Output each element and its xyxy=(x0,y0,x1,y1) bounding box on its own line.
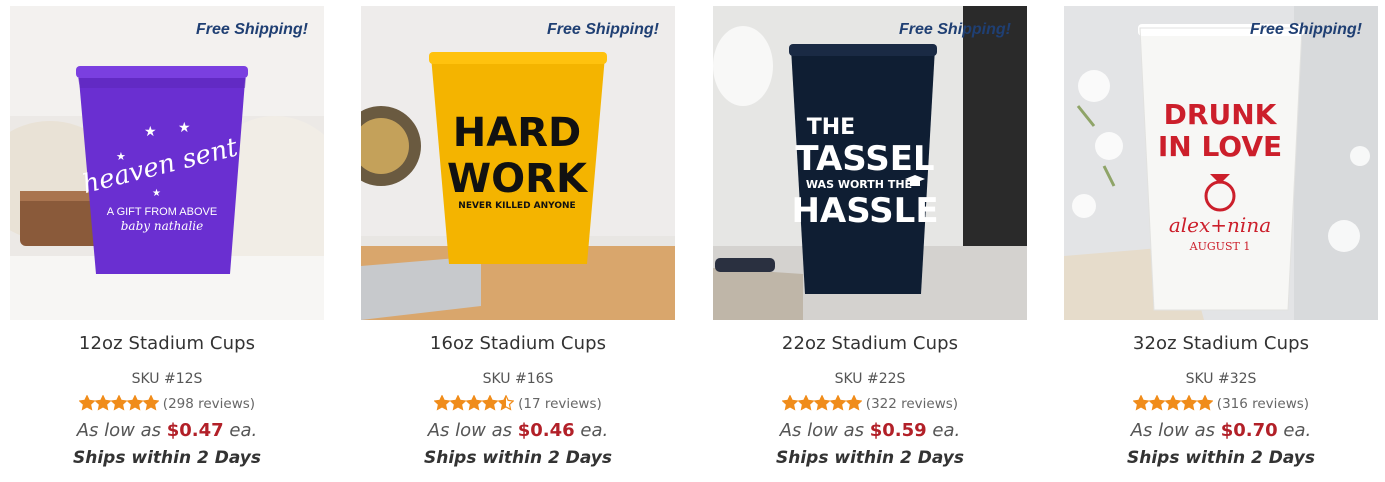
star-icon xyxy=(1148,395,1165,411)
star-rating xyxy=(78,395,159,414)
product-image[interactable]: DRUNK IN LOVE alex+nina AUGUST 1 Free Sh… xyxy=(1064,6,1378,320)
price-amount: $0.46 xyxy=(517,420,575,441)
svg-text:A GIFT FROM ABOVE: A GIFT FROM ABOVE xyxy=(107,206,217,218)
price-suffix: ea. xyxy=(229,420,258,441)
shipping-time: Ships within 2 Days xyxy=(776,448,964,468)
price-suffix: ea. xyxy=(932,420,961,441)
product-grid: heaven sent A GIFT FROM ABOVE baby natha… xyxy=(0,0,1385,482)
reviews-count[interactable]: (322 reviews) xyxy=(866,396,958,412)
star-icon xyxy=(1164,395,1181,411)
reviews-count[interactable]: (316 reviews) xyxy=(1217,396,1309,412)
svg-text:THE: THE xyxy=(807,115,855,140)
shipping-time: Ships within 2 Days xyxy=(73,448,261,468)
product-price: As low as $0.59 ea. xyxy=(713,420,1027,441)
product-sku: SKU #32S xyxy=(1185,371,1257,387)
product-title[interactable]: 12oz Stadium Cups xyxy=(10,333,324,354)
product-sku: SKU #22S xyxy=(834,371,906,387)
star-rating xyxy=(781,395,862,414)
free-shipping-badge: Free Shipping! xyxy=(547,21,659,38)
product-image[interactable]: heaven sent A GIFT FROM ABOVE baby natha… xyxy=(10,6,324,320)
svg-text:WORK: WORK xyxy=(447,156,589,202)
svg-text:WAS WORTH THE: WAS WORTH THE xyxy=(806,178,912,191)
product-image[interactable]: THE TASSEL WAS WORTH THE HASSLE Free Shi… xyxy=(713,6,1027,320)
svg-text:AUGUST 1: AUGUST 1 xyxy=(1189,240,1251,253)
shipping-time: Ships within 2 Days xyxy=(424,448,612,468)
price-prefix: As low as xyxy=(779,420,865,441)
price-amount: $0.70 xyxy=(1220,420,1278,441)
product-sku: SKU #16S xyxy=(482,371,554,387)
reviews-count[interactable]: (17 reviews) xyxy=(518,396,602,412)
price-prefix: As low as xyxy=(427,420,513,441)
product-rating[interactable]: (322 reviews) xyxy=(713,395,1027,414)
product-sku: SKU #12S xyxy=(131,371,203,387)
cup-photo-12oz: heaven sent A GIFT FROM ABOVE baby natha… xyxy=(10,6,324,320)
svg-text:HASSLE: HASSLE xyxy=(791,191,938,231)
product-rating[interactable]: (316 reviews) xyxy=(1064,395,1378,414)
price-amount: $0.59 xyxy=(869,420,927,441)
star-icon xyxy=(845,395,862,411)
star-rating xyxy=(1132,395,1213,414)
svg-text:NEVER KILLED ANYONE: NEVER KILLED ANYONE xyxy=(458,201,575,211)
product-card[interactable]: DRUNK IN LOVE alex+nina AUGUST 1 Free Sh… xyxy=(1064,6,1378,482)
product-image[interactable]: HARD WORK NEVER KILLED ANYONE Free Shipp… xyxy=(361,6,675,320)
svg-text:TASSEL: TASSEL xyxy=(795,139,934,179)
svg-text:baby nathalie: baby nathalie xyxy=(121,219,203,233)
reviews-count[interactable]: (298 reviews) xyxy=(163,396,255,412)
svg-text:HARD: HARD xyxy=(453,110,581,156)
svg-text:IN LOVE: IN LOVE xyxy=(1158,130,1282,163)
product-rating[interactable]: (17 reviews) xyxy=(361,395,675,414)
half-star-icon xyxy=(498,395,515,411)
star-icon xyxy=(1180,395,1197,411)
svg-text:★: ★ xyxy=(178,119,191,135)
free-shipping-badge: Free Shipping! xyxy=(899,21,1011,38)
star-icon xyxy=(813,395,830,411)
price-amount: $0.47 xyxy=(166,420,224,441)
svg-text:★: ★ xyxy=(144,123,157,139)
star-icon xyxy=(78,395,95,411)
svg-text:DRUNK: DRUNK xyxy=(1164,98,1278,131)
star-icon xyxy=(434,395,451,411)
product-card[interactable]: THE TASSEL WAS WORTH THE HASSLE Free Shi… xyxy=(713,6,1027,482)
product-card[interactable]: heaven sent A GIFT FROM ABOVE baby natha… xyxy=(10,6,324,482)
price-prefix: As low as xyxy=(1130,420,1216,441)
star-icon xyxy=(482,395,499,411)
cup-photo-32oz: DRUNK IN LOVE alex+nina AUGUST 1 xyxy=(1064,6,1378,320)
free-shipping-badge: Free Shipping! xyxy=(196,21,308,38)
star-icon xyxy=(829,395,846,411)
shipping-time: Ships within 2 Days xyxy=(1127,448,1315,468)
star-icon xyxy=(110,395,127,411)
star-icon xyxy=(94,395,111,411)
free-shipping-badge: Free Shipping! xyxy=(1250,21,1362,38)
product-title[interactable]: 16oz Stadium Cups xyxy=(361,333,675,354)
star-icon xyxy=(1196,395,1213,411)
product-card[interactable]: HARD WORK NEVER KILLED ANYONE Free Shipp… xyxy=(361,6,675,482)
star-rating xyxy=(434,395,515,414)
star-icon xyxy=(126,395,143,411)
star-icon xyxy=(797,395,814,411)
star-icon xyxy=(450,395,467,411)
product-price: As low as $0.46 ea. xyxy=(361,420,675,441)
product-title[interactable]: 22oz Stadium Cups xyxy=(713,333,1027,354)
star-icon xyxy=(466,395,483,411)
price-suffix: ea. xyxy=(1283,420,1312,441)
price-prefix: As low as xyxy=(76,420,162,441)
product-price: As low as $0.70 ea. xyxy=(1064,420,1378,441)
svg-text:★: ★ xyxy=(116,151,126,163)
product-rating[interactable]: (298 reviews) xyxy=(10,395,324,414)
star-icon xyxy=(1132,395,1149,411)
price-suffix: ea. xyxy=(580,420,609,441)
star-icon xyxy=(142,395,159,411)
star-icon xyxy=(781,395,798,411)
product-title[interactable]: 32oz Stadium Cups xyxy=(1064,333,1378,354)
svg-text:alex+nina: alex+nina xyxy=(1169,213,1271,237)
cup-photo-16oz: HARD WORK NEVER KILLED ANYONE xyxy=(361,6,675,320)
product-price: As low as $0.47 ea. xyxy=(10,420,324,441)
svg-text:★: ★ xyxy=(152,188,161,199)
cup-photo-22oz: THE TASSEL WAS WORTH THE HASSLE xyxy=(713,6,1027,320)
